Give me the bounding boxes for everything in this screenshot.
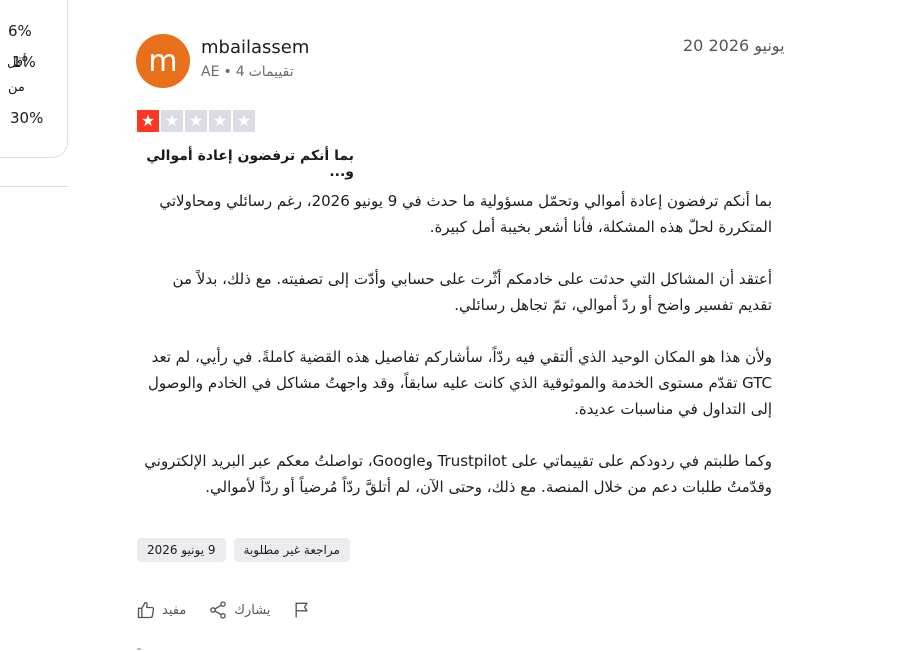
thumbs-up-icon [136, 600, 156, 620]
rating-breakdown-panel: 6% 1% أقل من 30% [0, 0, 68, 158]
star-icon: ★ [137, 110, 159, 132]
reviewer-country: AE [201, 64, 220, 80]
review-paragraph: ولأن هذا هو المكان الوحيد الذي ألتقي فيه… [147, 348, 772, 418]
share-icon [208, 600, 228, 620]
reviewer-ratings-count: 4 [235, 64, 245, 80]
share-label: يشارك [234, 602, 271, 618]
share-button[interactable]: يشارك [208, 600, 270, 620]
review-actions: مفيد يشارك [136, 598, 334, 622]
report-button[interactable] [292, 600, 312, 620]
experience-date-tag: 9 يونيو 2026 [137, 538, 226, 562]
reviewer-meta: AE • 4 تقييمات [201, 64, 294, 80]
review-body: بما أنكم ترفضون إعادة أموالي وتحمّل مسؤو… [138, 188, 772, 526]
star-icon: ★ [161, 110, 183, 132]
star-icon: ★ [185, 110, 207, 132]
review-paragraph: وكما طلبتم في ردودكم على تقييماتي على Tr… [144, 452, 772, 496]
avatar[interactable]: m [136, 34, 190, 88]
star-rating: ★ ★ ★ ★ ★ [137, 110, 255, 132]
reviewer-name[interactable]: mbailassem [201, 37, 309, 58]
divider [0, 186, 68, 187]
divider [137, 648, 141, 650]
rating-percent: 6% [8, 22, 32, 40]
less-than-label: أقل [7, 55, 27, 70]
review-paragraph: بما أنكم ترفضون إعادة أموالي وتحمّل مسؤو… [159, 192, 772, 236]
rating-percent: 30% [10, 109, 44, 127]
flag-icon [292, 600, 312, 620]
star-icon: ★ [209, 110, 231, 132]
review-paragraph: أعتقد أن المشاكل التي حدثت على خادمكم أث… [172, 270, 772, 314]
star-icon: ★ [233, 110, 255, 132]
less-than-label: من [8, 80, 25, 95]
unprompted-review-tag: مراجعة غير مطلوبة [233, 538, 350, 562]
useful-label: مفيد [162, 602, 187, 618]
review-date: 20 يونيو 2026 [683, 36, 785, 55]
review-title[interactable]: بما أنكم ترفضون إعادة أموالي و... [138, 148, 354, 180]
reviewer-ratings-label: تقييمات [248, 64, 294, 80]
separator-dot: • [223, 64, 232, 80]
useful-button[interactable]: مفيد [136, 600, 186, 620]
avatar-letter: m [148, 43, 178, 79]
review-tags: 9 يونيو 2026 مراجعة غير مطلوبة [137, 538, 350, 562]
